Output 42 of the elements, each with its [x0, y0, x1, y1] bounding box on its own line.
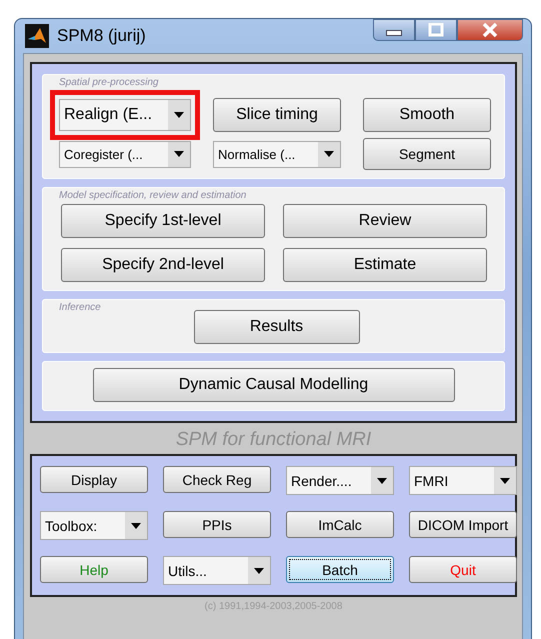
button[interactable]: Dynamic Causal Modelling — [92, 368, 454, 402]
minimize-icon — [386, 30, 402, 36]
close-button[interactable] — [457, 19, 523, 41]
caret-icon — [377, 478, 387, 484]
caret-icon — [500, 478, 510, 484]
dropdown[interactable]: Render.... — [286, 466, 394, 495]
button[interactable]: PPIs — [163, 511, 271, 538]
dropdown[interactable]: Utils... — [163, 556, 271, 585]
maximize-icon — [427, 23, 445, 37]
button[interactable]: DICOM Import — [409, 511, 517, 538]
button[interactable]: Review — [283, 204, 487, 238]
peak-surface-icon — [25, 24, 49, 48]
button[interactable]: Check Reg — [163, 466, 271, 493]
caret-icon — [131, 522, 141, 528]
button[interactable]: Batch — [286, 556, 394, 583]
section-caption: Model specification, review and estimation — [59, 190, 248, 202]
dropdown[interactable]: Toolbox: — [40, 511, 148, 540]
caret-icon — [254, 568, 264, 574]
button[interactable]: Specify 1st-level — [61, 204, 265, 238]
button[interactable]: Specify 2nd-level — [61, 248, 265, 282]
section-caption: Inference — [59, 302, 102, 314]
button[interactable]: Slice timing — [213, 98, 341, 132]
button[interactable]: Smooth — [363, 98, 491, 132]
close-icon — [480, 22, 500, 38]
button[interactable]: Estimate — [283, 248, 487, 282]
caret-icon — [174, 112, 184, 118]
section-caption: Spatial pre-processing — [59, 77, 160, 89]
subtitle: SPM for functional MRI — [174, 428, 372, 452]
dropdown[interactable]: Coregister (... — [59, 140, 191, 168]
button[interactable]: Display — [40, 466, 148, 493]
button[interactable]: Results — [194, 310, 360, 344]
dropdown[interactable]: Normalise (... — [213, 140, 341, 168]
button[interactable]: Segment — [363, 138, 491, 170]
dropdown[interactable]: FMRI — [409, 466, 517, 495]
minimize-button[interactable] — [373, 19, 415, 41]
button[interactable]: ImCalc — [286, 511, 394, 538]
maximize-button[interactable] — [415, 19, 457, 41]
dropdown[interactable]: Realign (E... — [59, 99, 191, 131]
caret-icon — [324, 151, 334, 157]
button[interactable]: Help — [40, 556, 148, 583]
window-title: SPM8 (jurij) — [57, 26, 146, 46]
caret-icon — [174, 151, 184, 157]
